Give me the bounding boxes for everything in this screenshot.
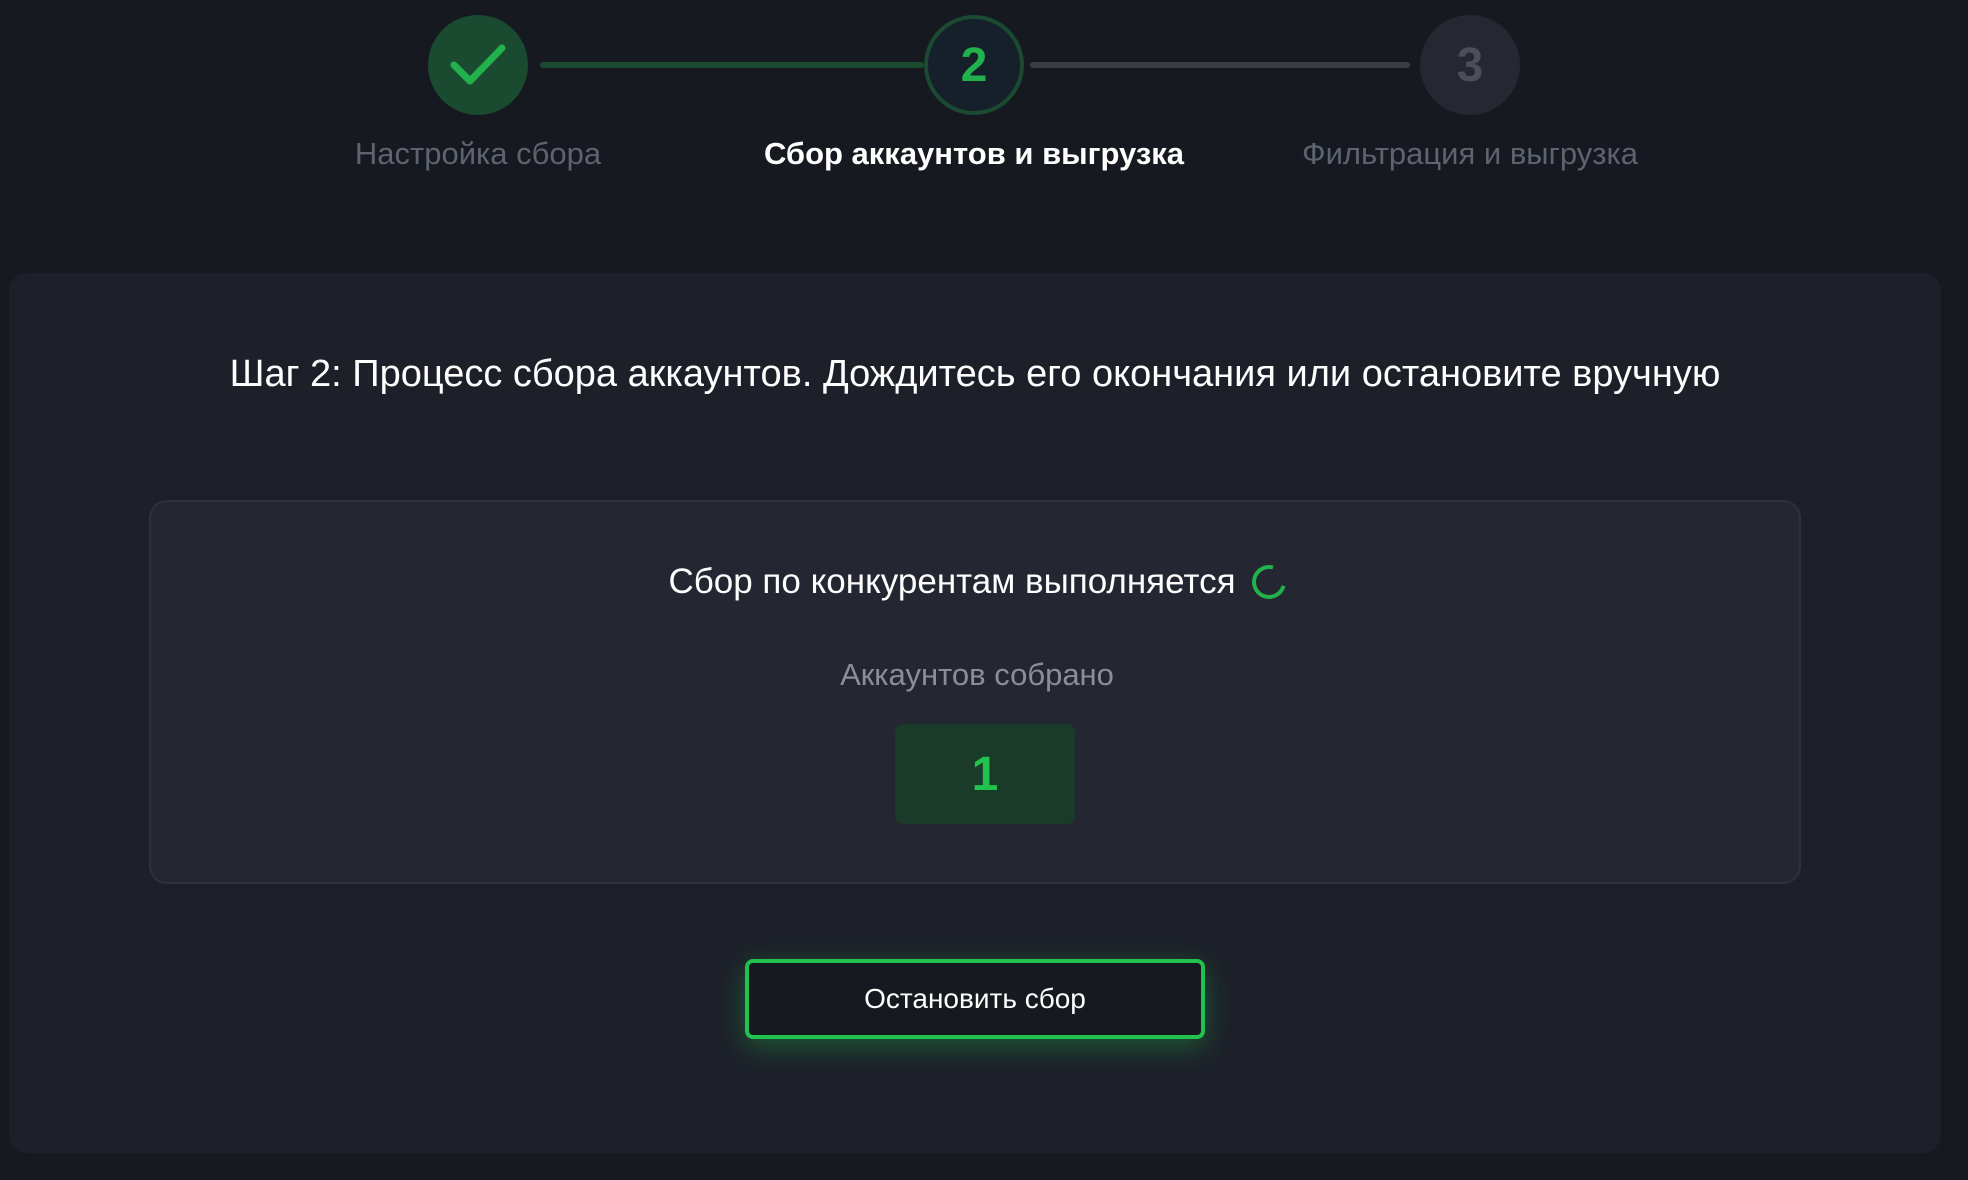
stop-collection-button[interactable]: Остановить сбор <box>745 959 1205 1039</box>
check-icon <box>450 44 506 85</box>
progress-stepper: 2 3 Настройка сбора Сбор аккаунтов и выг… <box>0 0 1968 200</box>
accounts-counter-label: Аккаунтов собрано <box>840 657 1114 692</box>
step-2-label: Сбор аккаунтов и выгрузка <box>763 136 1185 171</box>
accounts-counter-value: 1 <box>895 724 1075 824</box>
status-text: Сбор по конкурентам выполняется <box>668 562 1236 601</box>
status-row: Сбор по конкурентам выполняется <box>151 558 1803 606</box>
main-card: Шаг 2: Процесс сбора аккаунтов. Дождитес… <box>9 273 1941 1153</box>
step-2-circle: 2 <box>924 15 1024 115</box>
step-3-label: Фильтрация и выгрузка <box>1302 136 1638 171</box>
step-connector-1 <box>540 62 924 68</box>
page-title: Шаг 2: Процесс сбора аккаунтов. Дождитес… <box>229 353 1721 395</box>
step-1-circle <box>428 15 528 115</box>
step-connector-2 <box>1030 62 1410 68</box>
step-1-label: Настройка сбора <box>354 136 602 171</box>
step-3-circle: 3 <box>1420 15 1520 115</box>
collection-status-panel: Сбор по конкурентам выполняется Аккаунто… <box>149 500 1801 884</box>
spinner-icon <box>1245 558 1292 606</box>
